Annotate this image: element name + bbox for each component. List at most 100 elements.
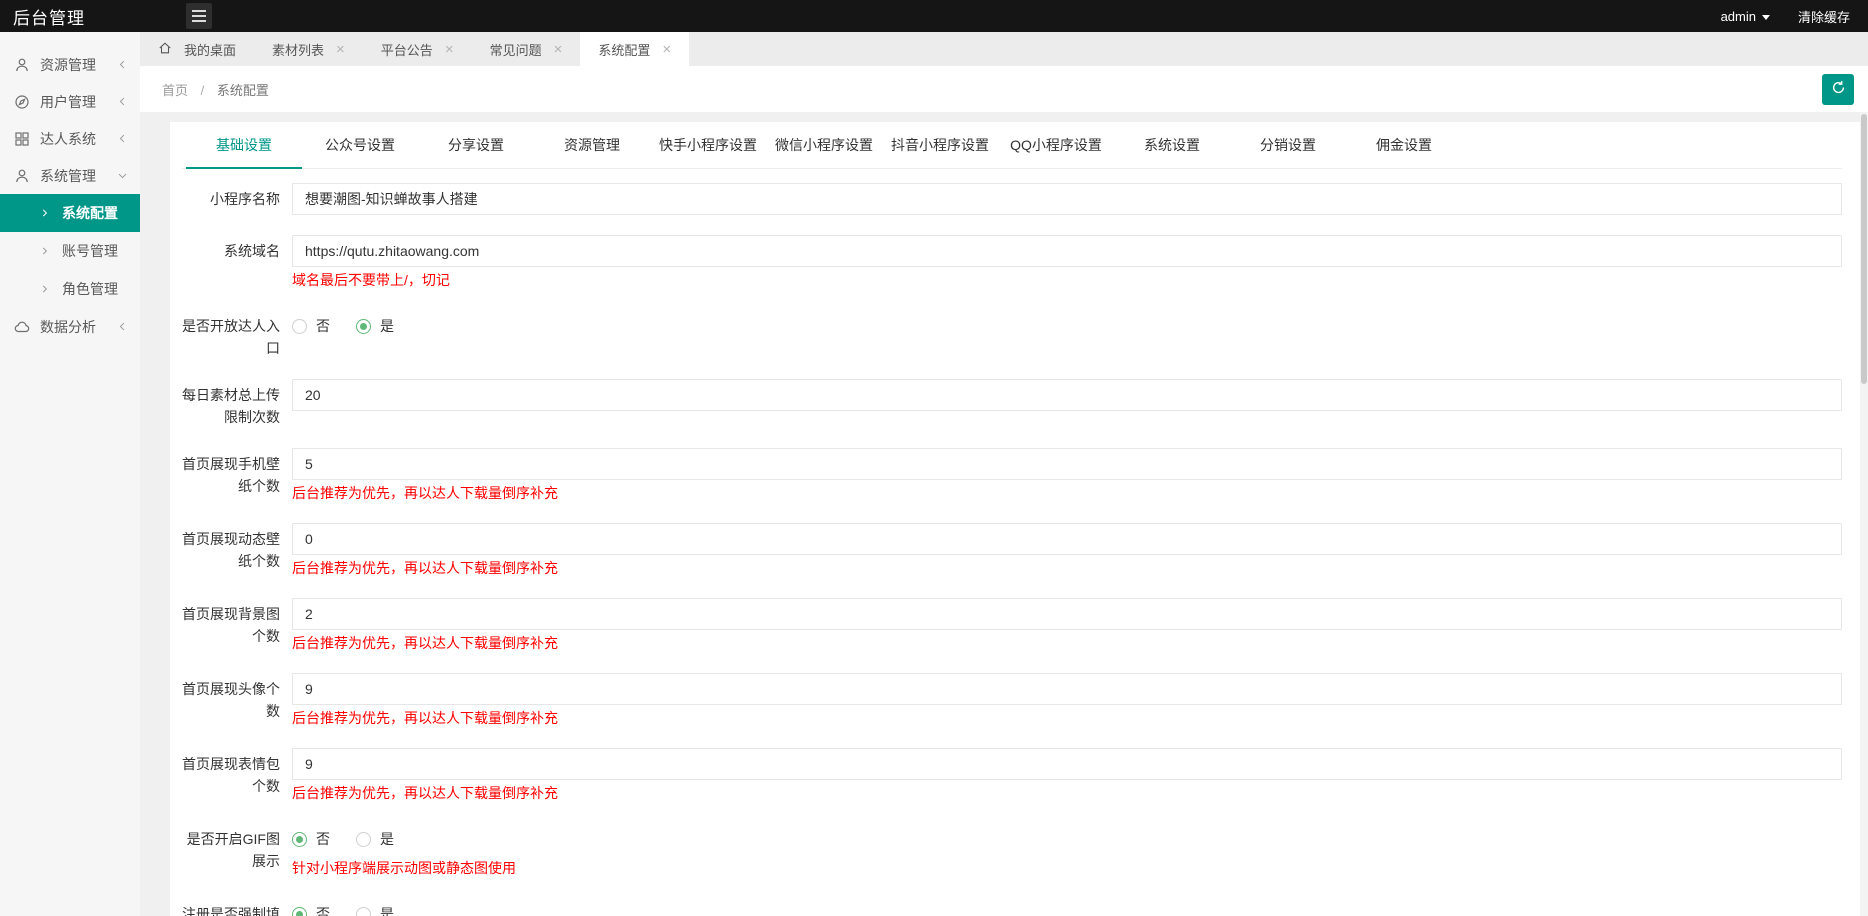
sidebar-subitem-account-management[interactable]: 账号管理 [0, 232, 140, 270]
radio-label: 否 [316, 906, 330, 916]
radio-option-yes[interactable]: 是 [356, 829, 394, 849]
close-tab-icon[interactable]: × [336, 42, 345, 57]
settings-tab-share[interactable]: 分享设置 [418, 122, 534, 168]
tab-faq[interactable]: 常见问题 × [472, 32, 581, 66]
form-row-miniapp-name: 小程序名称 [182, 183, 1842, 215]
emoji-count-input[interactable] [292, 748, 1842, 780]
radio-option-no[interactable]: 否 [292, 829, 330, 849]
background-count-input[interactable] [292, 598, 1842, 630]
radio-option-no[interactable]: 否 [292, 904, 330, 916]
radio-label: 否 [316, 318, 330, 334]
sidebar-item-system-management[interactable]: 系统管理 [0, 157, 140, 194]
hamburger-icon [192, 10, 206, 22]
radio-option-yes[interactable]: 是 [356, 904, 394, 916]
sidebar-item-resource-management[interactable]: 资源管理 [0, 46, 140, 83]
scrollbar-thumb[interactable] [1861, 114, 1867, 384]
top-header: 后台管理 admin 清除缓存 [0, 0, 1868, 32]
open-tabs-bar: 我的桌面 素材列表 × 平台公告 × 常见问题 × 系统配置 × [140, 32, 1868, 66]
radio-option-yes[interactable]: 是 [356, 316, 394, 336]
settings-tab-resource[interactable]: 资源管理 [534, 122, 650, 168]
radio-checked-icon [356, 318, 371, 334]
chevron-right-icon [40, 208, 49, 218]
username: admin [1720, 8, 1756, 24]
settings-tab-kuaishou[interactable]: 快手小程序设置 [650, 122, 766, 168]
sidebar-toggle-button[interactable] [186, 3, 212, 29]
field-label: 首页展现手机壁纸个数 [182, 456, 280, 494]
caret-down-icon [1761, 14, 1770, 20]
settings-tab-douyin[interactable]: 抖音小程序设置 [882, 122, 998, 168]
system-domain-input[interactable] [292, 235, 1842, 267]
form-row-register-invite-code: 注册是否强制填写邀请码 否 是 [182, 898, 1842, 916]
register-force-radio-group: 否 是 [292, 898, 1842, 916]
form-row-background-count: 首页展现背景图个数 后台推荐为优先，再以达人下载量倒序补充 [182, 598, 1842, 653]
chevron-left-icon [117, 131, 128, 147]
breadcrumb-home[interactable]: 首页 [162, 83, 188, 98]
sidebar-subitem-system-config[interactable]: 系统配置 [0, 194, 140, 232]
settings-tab-official-account[interactable]: 公众号设置 [302, 122, 418, 168]
settings-tab-wechat[interactable]: 微信小程序设置 [766, 122, 882, 168]
settings-tab-qq[interactable]: QQ小程序设置 [998, 122, 1114, 168]
user-icon [14, 56, 31, 73]
field-label: 是否开启GIF图展示 [186, 831, 280, 869]
settings-panel: 基础设置 公众号设置 分享设置 资源管理 快手小程序设置 微信小程序设置 抖音小… [170, 122, 1860, 916]
miniapp-name-input[interactable] [292, 183, 1842, 215]
field-label: 每日素材总上传限制次数 [182, 387, 280, 425]
breadcrumb-current: 系统配置 [216, 82, 269, 98]
user-menu[interactable]: admin [1721, 9, 1770, 24]
form-row-gif-display: 是否开启GIF图展示 否 是 针对小程序端展示动图或静态图使用 [182, 823, 1842, 878]
chevron-left-icon [117, 319, 128, 335]
sidebar: 资源管理 用户管理 达人系统 系统管理 系统配置 账号管理 角色管理 数据分析 [0, 32, 140, 916]
field-label: 首页展现表情包个数 [182, 756, 280, 794]
breadcrumb: 首页 / 系统配置 [162, 80, 269, 99]
refresh-button[interactable] [1822, 73, 1854, 105]
tab-my-desktop[interactable]: 我的桌面 [140, 32, 254, 66]
clear-cache-button[interactable]: 清除缓存 [1798, 7, 1850, 26]
daily-upload-limit-input[interactable] [292, 379, 1842, 411]
tab-label: 常见问题 [489, 42, 542, 58]
gif-display-radio-group: 否 是 [292, 823, 1842, 855]
sidebar-item-talent-system[interactable]: 达人系统 [0, 120, 140, 157]
tab-system-config[interactable]: 系统配置 × [580, 32, 690, 66]
tab-label: 平台公告 [380, 42, 433, 58]
home-icon [158, 41, 172, 58]
sidebar-item-data-analysis[interactable]: 数据分析 [0, 308, 140, 345]
talent-entry-radio-group: 否 是 [292, 310, 1842, 342]
sidebar-item-label: 达人系统 [40, 130, 96, 147]
settings-tab-distribution[interactable]: 分销设置 [1230, 122, 1346, 168]
field-label: 注册是否强制填写邀请码 [182, 906, 280, 916]
field-label: 系统域名 [224, 243, 280, 259]
sidebar-subitem-role-management[interactable]: 角色管理 [0, 270, 140, 308]
form-row-daily-upload-limit: 每日素材总上传限制次数 [182, 379, 1842, 428]
basic-settings-form: 小程序名称 系统域名 域名最后不要带上/，切记 是否开放达人入口 [182, 169, 1842, 916]
sidebar-subitem-label: 账号管理 [62, 243, 118, 259]
tab-material-list[interactable]: 素材列表 × [254, 32, 363, 66]
settings-tab-commission[interactable]: 佣金设置 [1346, 122, 1462, 168]
field-label: 首页展现背景图个数 [182, 606, 280, 644]
radio-unchecked-icon [292, 318, 307, 334]
close-tab-icon[interactable]: × [445, 42, 454, 57]
sidebar-item-label: 系统管理 [40, 167, 96, 184]
sidebar-item-label: 资源管理 [40, 56, 96, 73]
grid-icon [14, 130, 31, 147]
chevron-right-icon [40, 246, 49, 256]
header-right: admin 清除缓存 [1721, 7, 1868, 26]
form-row-system-domain: 系统域名 域名最后不要带上/，切记 [182, 235, 1842, 290]
dynamic-wallpaper-count-input[interactable] [292, 523, 1842, 555]
close-tab-icon[interactable]: × [662, 42, 671, 57]
radio-option-no[interactable]: 否 [292, 316, 330, 336]
close-tab-icon[interactable]: × [554, 42, 563, 57]
scrollbar[interactable] [1860, 112, 1868, 916]
radio-label: 否 [316, 831, 330, 847]
field-hint: 针对小程序端展示动图或静态图使用 [292, 860, 516, 876]
chevron-left-icon [117, 57, 128, 73]
sidebar-item-user-management[interactable]: 用户管理 [0, 83, 140, 120]
phone-wallpaper-count-input[interactable] [292, 448, 1842, 480]
settings-tab-basic[interactable]: 基础设置 [186, 122, 302, 169]
radio-label: 是 [380, 831, 394, 847]
avatar-count-input[interactable] [292, 673, 1842, 705]
settings-tab-system[interactable]: 系统设置 [1114, 122, 1230, 168]
form-row-talent-entry: 是否开放达人入口 否 是 [182, 310, 1842, 359]
tab-platform-announcement[interactable]: 平台公告 × [363, 32, 472, 66]
field-label: 首页展现头像个数 [182, 681, 280, 719]
tab-label: 系统配置 [598, 42, 651, 58]
